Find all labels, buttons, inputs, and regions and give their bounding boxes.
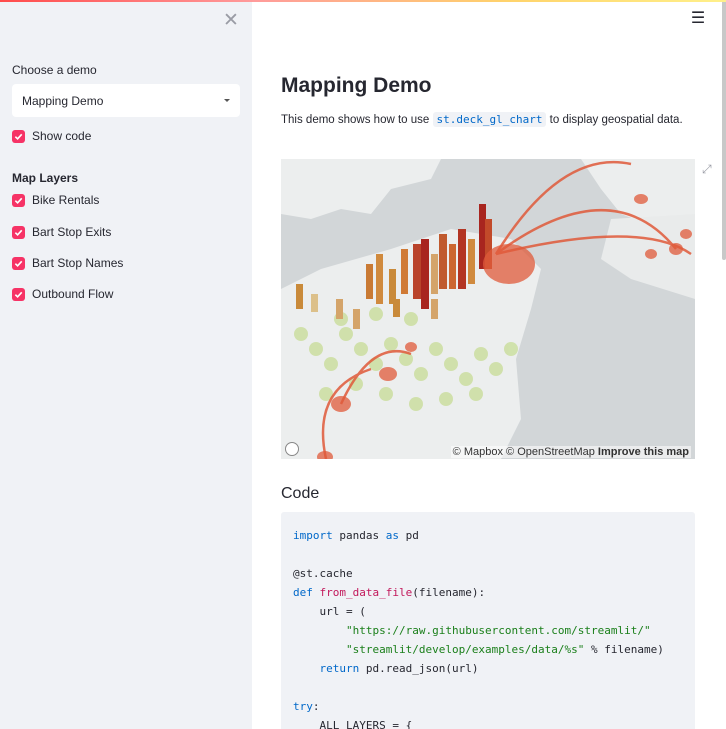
show-code-label: Show code bbox=[32, 129, 92, 143]
description-text: This demo shows how to use bbox=[281, 114, 433, 126]
code-token: "streamlit/develop/examples/data/%s" bbox=[345, 643, 585, 656]
close-sidebar-icon[interactable]: ✕ bbox=[221, 11, 241, 31]
map-canvas[interactable] bbox=[281, 159, 695, 459]
layer-checkbox-outbound-flow[interactable]: Outbound Flow bbox=[12, 286, 113, 302]
description-text-end: to display geospatial data. bbox=[546, 114, 683, 126]
fullscreen-icon[interactable]: ⤢ bbox=[702, 162, 716, 176]
code-line: return pd.read_json(url) bbox=[319, 662, 479, 675]
demo-select-value: Mapping Demo bbox=[22, 93, 104, 108]
hamburger-menu-icon[interactable]: ☰ bbox=[690, 11, 706, 27]
layer-checkbox-bike-rentals[interactable]: Bike Rentals bbox=[12, 192, 99, 208]
header-decoration bbox=[0, 0, 726, 2]
code-line: url = ( bbox=[293, 605, 366, 618]
code-line: "streamlit/develop/examples/data/%s" % f… bbox=[345, 643, 664, 656]
layer-label: Bart Stop Names bbox=[32, 256, 124, 270]
map-view[interactable]: © Mapbox © OpenStreetMap Improve this ma… bbox=[281, 159, 695, 459]
map-layers-heading: Map Layers bbox=[12, 171, 79, 185]
choose-demo-label: Choose a demo bbox=[12, 63, 97, 77]
check-icon bbox=[12, 129, 25, 143]
code-token: try bbox=[293, 700, 313, 713]
layer-label: Bike Rentals bbox=[32, 193, 100, 207]
code-block: import pandas as pd @st.cache def from_da… bbox=[281, 512, 695, 729]
code-line: ALL_LAYERS = { bbox=[293, 719, 413, 729]
scrollbar[interactable] bbox=[722, 0, 726, 260]
code-line: "https://raw.githubusercontent.com/strea… bbox=[293, 621, 683, 640]
check-icon bbox=[12, 225, 25, 239]
improve-map-link[interactable]: Improve this map bbox=[598, 446, 689, 458]
code-token: from_data_file bbox=[319, 586, 413, 599]
code-token: return bbox=[319, 662, 360, 675]
mapbox-attribution-link[interactable]: © Mapbox bbox=[453, 446, 503, 458]
mapbox-logo-icon[interactable] bbox=[285, 442, 299, 456]
map-attribution: © Mapbox © OpenStreetMap Improve this ma… bbox=[450, 446, 691, 458]
layer-checkbox-bart-stop-exits[interactable]: Bart Stop Exits bbox=[12, 224, 111, 240]
code-token: "https://raw.githubusercontent.com/strea… bbox=[345, 624, 651, 637]
code-heading: Code bbox=[281, 485, 320, 502]
page-description: This demo shows how to use st.deck_gl_ch… bbox=[281, 110, 691, 130]
layer-label: Bart Stop Exits bbox=[32, 225, 112, 239]
check-icon bbox=[12, 287, 25, 301]
code-token: import bbox=[293, 529, 333, 542]
code-line: import pandas as pd bbox=[293, 529, 419, 542]
code-token: def bbox=[293, 586, 313, 599]
osm-attribution-link[interactable]: © OpenStreetMap bbox=[506, 446, 595, 458]
code-line: @st.cache bbox=[293, 567, 353, 580]
demo-select[interactable]: Mapping Demo bbox=[12, 84, 240, 117]
layer-label: Outbound Flow bbox=[32, 287, 114, 301]
check-icon bbox=[12, 193, 25, 207]
code-line: try: bbox=[293, 700, 320, 713]
layer-checkbox-bart-stop-names[interactable]: Bart Stop Names bbox=[12, 255, 123, 271]
inline-code: st.deck_gl_chart bbox=[432, 112, 547, 127]
page-title: Mapping Demo bbox=[281, 74, 432, 97]
sidebar: ✕ Choose a demo Mapping Demo Show code M… bbox=[0, 0, 252, 729]
show-code-checkbox[interactable]: Show code bbox=[12, 128, 91, 144]
chevron-down-icon bbox=[224, 99, 230, 102]
code-token: as bbox=[385, 529, 399, 542]
check-icon bbox=[12, 256, 25, 270]
code-line: def from_data_file(filename): bbox=[293, 586, 486, 599]
